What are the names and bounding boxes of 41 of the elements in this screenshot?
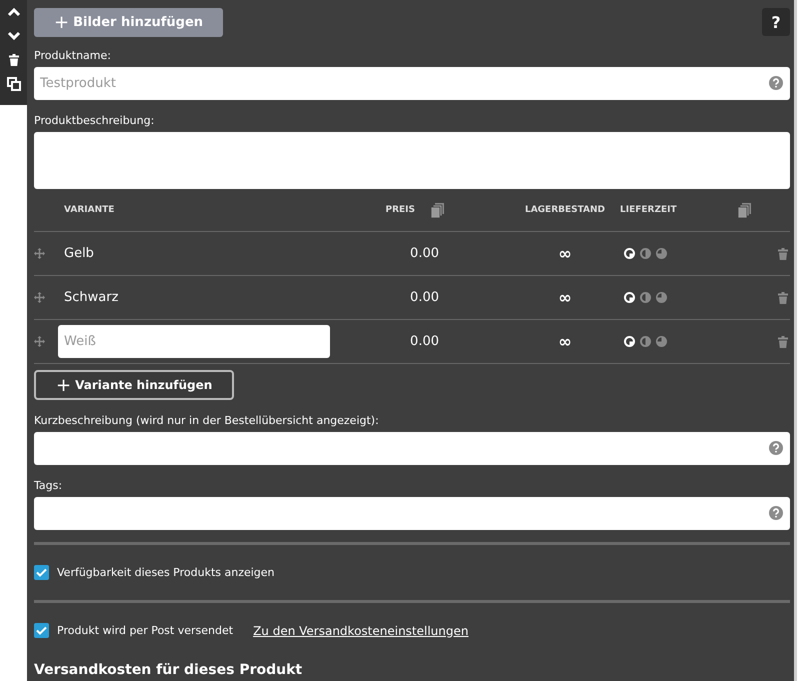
price-value: 0.00 bbox=[409, 246, 440, 261]
column-header: VARIANTE bbox=[63, 205, 116, 215]
stock-value: ∞ bbox=[557, 244, 573, 263]
product-name-field[interactable]: Testprodukt bbox=[34, 67, 790, 100]
field-label: Kurzbeschreibung (wird nur in der Bestellübersicht angezeigt): bbox=[34, 414, 380, 427]
checkbox-label: Verfügbarkeit dieses Produkts anzeigen bbox=[57, 566, 275, 579]
variant-name-field[interactable]: Weiß bbox=[58, 325, 330, 358]
checkbox-label: Produkt wird per Post versendet bbox=[57, 624, 234, 637]
price-value: 0.00 bbox=[409, 290, 440, 305]
shipping-settings-link[interactable]: Zu den Versandkosteneinstellungen bbox=[253, 624, 468, 638]
field-label: Tags: bbox=[34, 479, 64, 492]
checkbox[interactable] bbox=[34, 623, 49, 638]
field-label: Produktbeschreibung: bbox=[34, 114, 156, 127]
stock-value: ∞ bbox=[557, 288, 573, 307]
help-icon[interactable] bbox=[769, 506, 783, 520]
variant-name: Gelb bbox=[63, 246, 95, 261]
field-label: Produktname: bbox=[34, 49, 112, 62]
column-header: PREIS bbox=[385, 205, 415, 215]
trash-icon[interactable] bbox=[8, 54, 18, 66]
copy-icon[interactable] bbox=[431, 202, 444, 218]
chevron-down-icon[interactable] bbox=[6, 31, 20, 41]
stock-value: ∞ bbox=[557, 332, 573, 351]
column-header: LIEFERZEIT bbox=[620, 205, 678, 215]
copy-icon[interactable] bbox=[738, 202, 751, 218]
price-value: 0.00 bbox=[409, 334, 440, 349]
description-field[interactable] bbox=[34, 132, 790, 189]
help-icon[interactable] bbox=[769, 441, 783, 455]
duplicate-icon[interactable] bbox=[6, 77, 20, 91]
help-icon[interactable] bbox=[769, 76, 783, 90]
checkbox[interactable] bbox=[34, 565, 49, 580]
column-header: LAGERBESTAND bbox=[524, 205, 606, 215]
variant-name: Schwarz bbox=[63, 290, 120, 305]
section-heading: Versandkosten für dieses Produkt bbox=[34, 662, 304, 678]
short-description-field[interactable] bbox=[34, 432, 790, 465]
help-button[interactable]: ? bbox=[762, 8, 790, 36]
drag-handle-icon[interactable] bbox=[34, 292, 45, 303]
tags-field[interactable] bbox=[34, 497, 790, 530]
drag-handle-icon[interactable] bbox=[34, 248, 45, 259]
drag-handle-icon[interactable] bbox=[34, 336, 45, 347]
chevron-up-icon[interactable] bbox=[6, 7, 20, 17]
add-variant-button[interactable]: + Variante hinzufügen bbox=[34, 370, 234, 400]
